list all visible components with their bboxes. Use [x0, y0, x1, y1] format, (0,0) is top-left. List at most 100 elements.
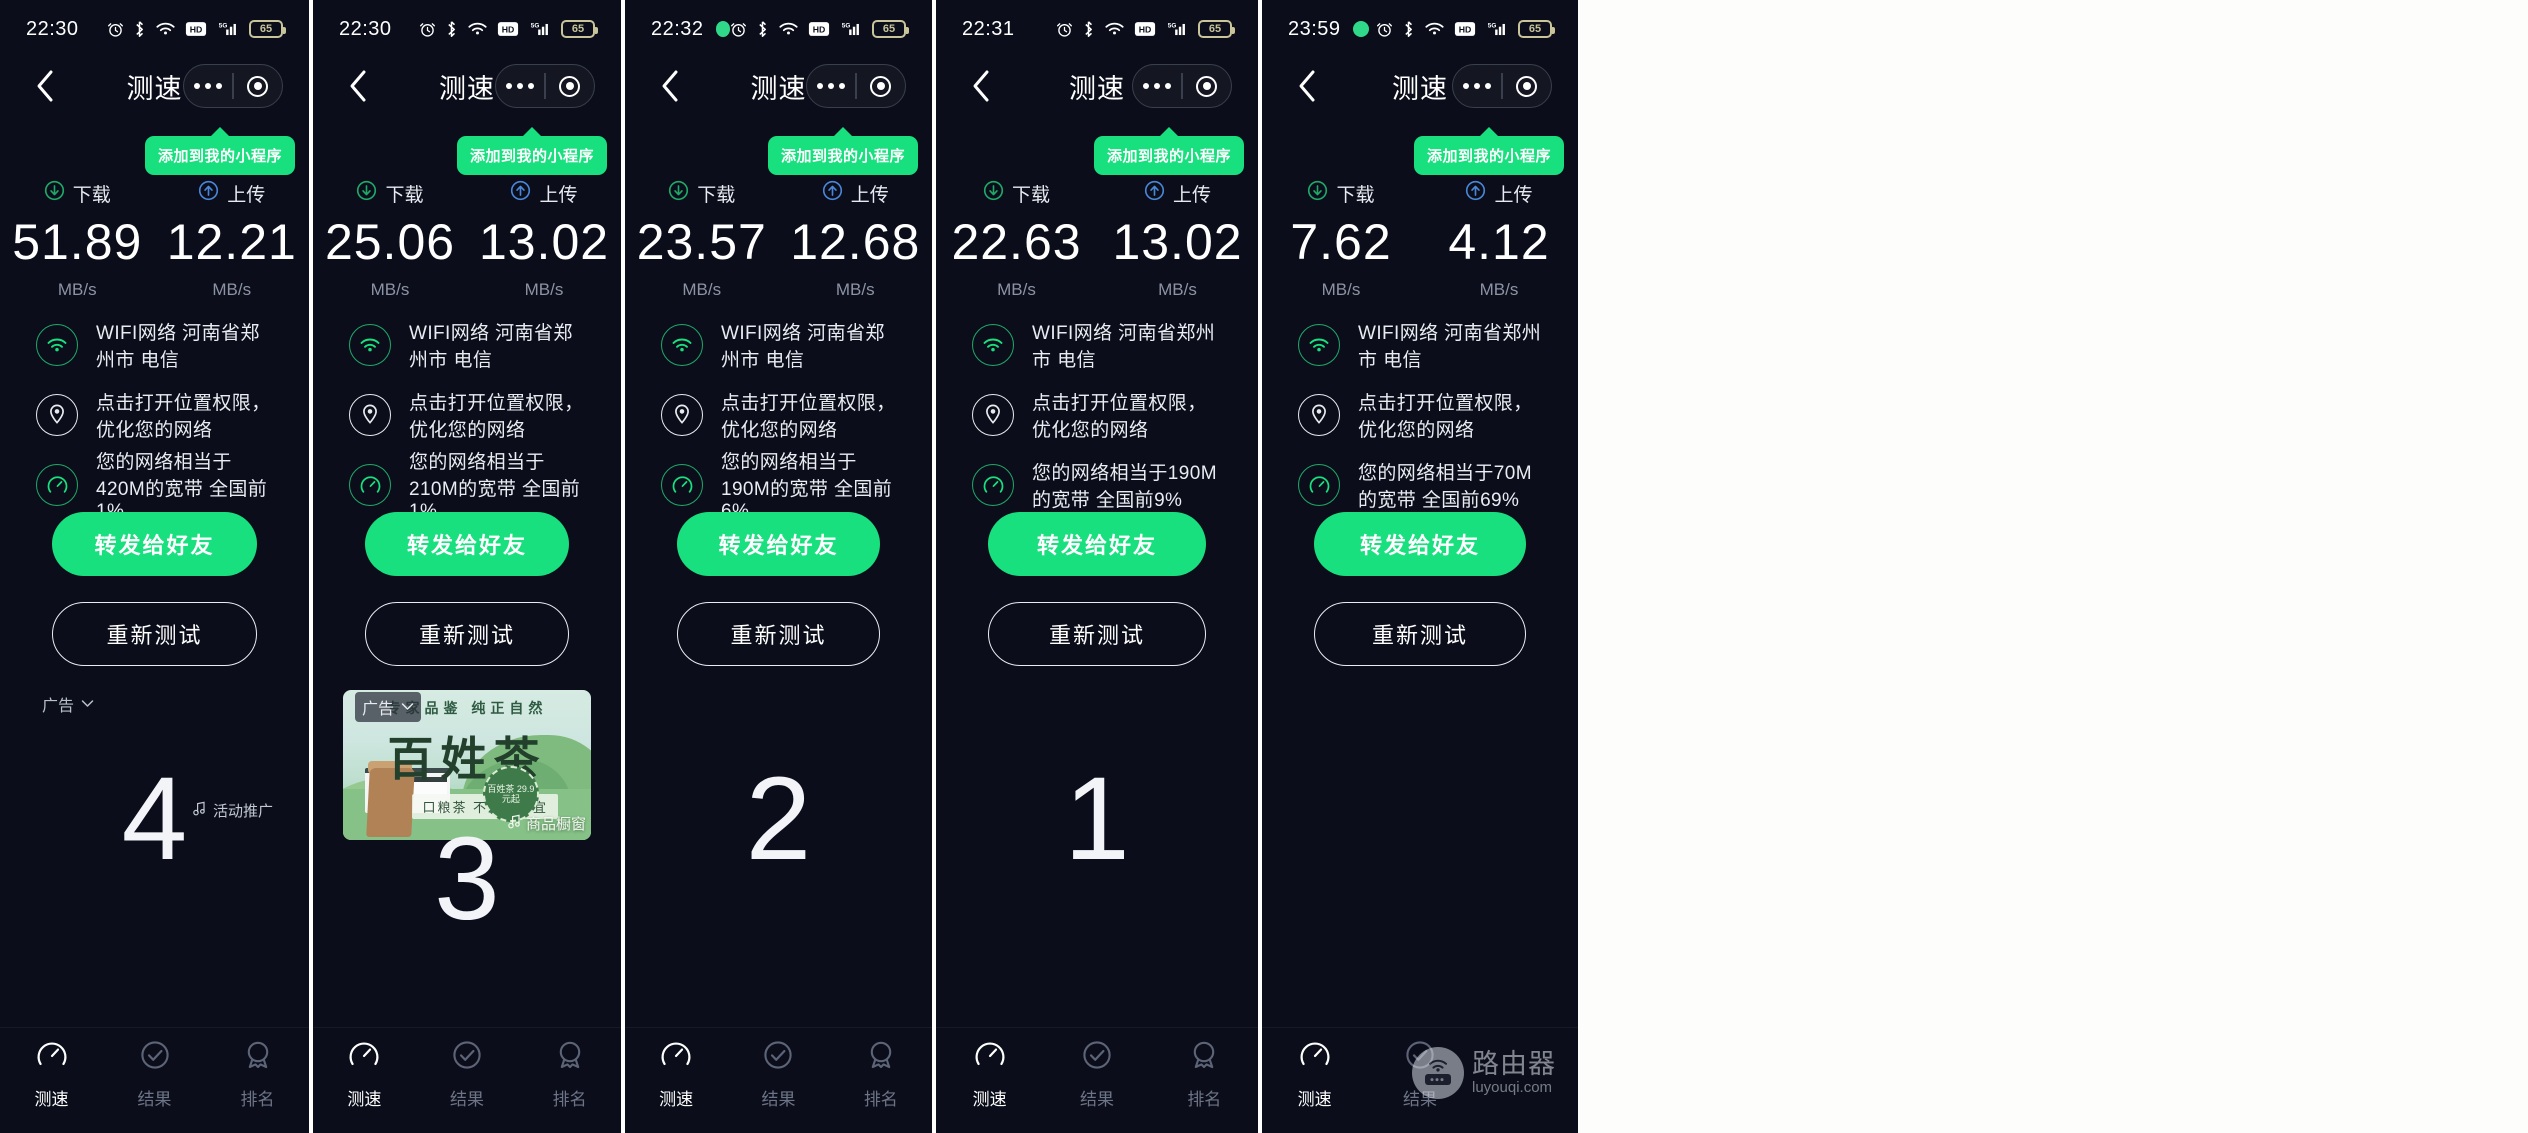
router-icon [1412, 1047, 1464, 1099]
target-circle-icon [870, 75, 892, 97]
download-arrow-icon [356, 180, 377, 207]
more-menu-button[interactable] [1133, 83, 1181, 89]
tab-排名[interactable]: 排名 [206, 1038, 309, 1110]
tab-结果[interactable]: 结果 [1043, 1038, 1150, 1110]
retest-button[interactable]: 重新测试 [677, 602, 880, 666]
more-menu-button[interactable] [496, 83, 544, 89]
wifi-info-row: WIFI网络 河南省郑州市 电信 [313, 310, 621, 380]
signal-5g-icon: 5G [1485, 21, 1509, 38]
speedometer-icon [1298, 464, 1340, 506]
add-to-mini-program-tooltip[interactable]: 添加到我的小程序 [1093, 136, 1244, 175]
status-icon-group: HD 5G 65 [1056, 20, 1235, 38]
ad-label[interactable]: 广告 [355, 692, 422, 722]
location-permission-row[interactable]: 点击打开位置权限，优化您的网络 [0, 380, 309, 450]
upload-column: 上传 4.12 MB/s [1420, 180, 1578, 300]
location-permission-row[interactable]: 点击打开位置权限，优化您的网络 [936, 380, 1258, 450]
status-time: 23:59 [1288, 17, 1341, 40]
bandwidth-text: 您的网络相当于70M的宽带 全国前69% [1358, 463, 1532, 511]
phone-screenshot-5: 23:59 HD 5G 65 测速 添加到我的小程序 下载 7.62 MB/s … [1262, 0, 1578, 1133]
info-rows: WIFI网络 河南省郑州市 电信 点击打开位置权限，优化您的网络 您的网络相当于… [1262, 310, 1578, 520]
location-permission-row[interactable]: 点击打开位置权限，优化您的网络 [625, 380, 932, 450]
tab-结果[interactable]: 结果 [416, 1038, 519, 1110]
battery-icon: 65 [1198, 20, 1235, 38]
download-column: 下载 51.89 MB/s [0, 180, 155, 300]
ad-label[interactable]: 广告 [42, 692, 94, 716]
share-to-friend-button[interactable]: 转发给好友 [988, 512, 1206, 576]
mini-program-capsule[interactable] [806, 64, 906, 108]
bottom-tab-bar: 测速 结果 排名 [936, 1027, 1258, 1119]
tab-测速[interactable]: 测速 [1262, 1038, 1367, 1110]
more-menu-button[interactable] [807, 83, 855, 89]
location-permission-text: 点击打开位置权限，优化您的网络 [409, 393, 584, 441]
svg-text:5G: 5G [1168, 22, 1177, 29]
action-buttons: 转发给好友 重新测试 [313, 512, 621, 666]
close-mini-program-button[interactable] [546, 75, 594, 97]
panel-index-number: 2 [745, 753, 812, 885]
ellipsis-icon [194, 83, 223, 89]
retest-button[interactable]: 重新测试 [365, 602, 569, 666]
ellipsis-icon [1143, 83, 1172, 89]
share-to-friend-button[interactable]: 转发给好友 [1314, 512, 1526, 576]
bandwidth-row: 您的网络相当于190M的宽带 全国前6% [625, 450, 932, 522]
location-permission-row[interactable]: 点击打开位置权限，优化您的网络 [313, 380, 621, 450]
speedometer-icon [659, 1038, 693, 1077]
bottom-tab-bar: 测速 结果 排名 [0, 1027, 309, 1119]
tab-排名[interactable]: 排名 [830, 1038, 932, 1110]
tab-排名[interactable]: 排名 [1151, 1038, 1258, 1110]
retest-button[interactable]: 重新测试 [1314, 602, 1526, 666]
upload-column: 上传 12.21 MB/s [155, 180, 310, 300]
share-to-friend-button[interactable]: 转发给好友 [677, 512, 880, 576]
hd-icon: HD [497, 21, 519, 37]
check-circle-icon [1080, 1038, 1114, 1077]
close-mini-program-button[interactable] [234, 75, 282, 97]
download-arrow-icon [1307, 180, 1328, 207]
chevron-down-icon [401, 698, 414, 716]
share-to-friend-button[interactable]: 转发给好友 [365, 512, 569, 576]
retest-button[interactable]: 重新测试 [988, 602, 1206, 666]
mini-program-capsule[interactable] [1452, 64, 1552, 108]
wifi-icon [349, 324, 391, 366]
add-to-mini-program-tooltip[interactable]: 添加到我的小程序 [1413, 136, 1564, 175]
tab-测速[interactable]: 测速 [313, 1038, 416, 1110]
upload-value: 4.12 [1448, 214, 1550, 270]
target-circle-icon [1516, 75, 1538, 97]
wifi-icon [972, 324, 1014, 366]
download-unit: MB/s [682, 280, 722, 299]
bandwidth-text: 您的网络相当于190M的宽带 全国前9% [1032, 463, 1217, 511]
close-mini-program-button[interactable] [1183, 75, 1231, 97]
tab-结果[interactable]: 结果 [727, 1038, 829, 1110]
mini-program-capsule[interactable] [1132, 64, 1232, 108]
svg-text:HD: HD [813, 24, 826, 34]
close-mini-program-button[interactable] [1503, 75, 1551, 97]
more-menu-button[interactable] [1453, 83, 1501, 89]
location-permission-row[interactable]: 点击打开位置权限，优化您的网络 [1262, 380, 1578, 450]
tab-排名[interactable]: 排名 [518, 1038, 621, 1110]
mini-program-capsule[interactable] [183, 64, 283, 108]
bluetooth-icon [445, 20, 458, 38]
tab-测速[interactable]: 测速 [936, 1038, 1043, 1110]
svg-text:5G: 5G [842, 22, 851, 29]
tab-测速[interactable]: 测速 [0, 1038, 103, 1110]
retest-button[interactable]: 重新测试 [52, 602, 257, 666]
location-pin-icon [36, 394, 78, 436]
add-to-mini-program-tooltip[interactable]: 添加到我的小程序 [456, 136, 607, 175]
info-rows: WIFI网络 河南省郑州市 电信 点击打开位置权限，优化您的网络 您的网络相当于… [625, 310, 932, 522]
status-time: 22:32 [651, 17, 704, 40]
more-menu-button[interactable] [184, 83, 232, 89]
share-to-friend-button[interactable]: 转发给好友 [52, 512, 257, 576]
tab-结果[interactable]: 结果 [103, 1038, 206, 1110]
tab-测速[interactable]: 测速 [625, 1038, 727, 1110]
close-mini-program-button[interactable] [857, 75, 905, 97]
alarm-clock-icon [1376, 21, 1393, 38]
mini-program-capsule[interactable] [495, 64, 595, 108]
add-to-mini-program-tooltip[interactable]: 添加到我的小程序 [144, 136, 295, 175]
bottom-tab-bar: 测速 结果 排名 [625, 1027, 932, 1119]
tab-label: 排名 [863, 1089, 898, 1109]
tab-label: 结果 [1079, 1089, 1114, 1109]
hd-icon: HD [1454, 21, 1476, 37]
speed-results: 下载 51.89 MB/s 上传 12.21 MB/s [0, 180, 309, 300]
panel-index-number: 3 [434, 813, 500, 945]
add-to-mini-program-tooltip[interactable]: 添加到我的小程序 [767, 136, 918, 175]
tab-label: 结果 [761, 1089, 796, 1109]
alarm-clock-icon [730, 21, 747, 38]
